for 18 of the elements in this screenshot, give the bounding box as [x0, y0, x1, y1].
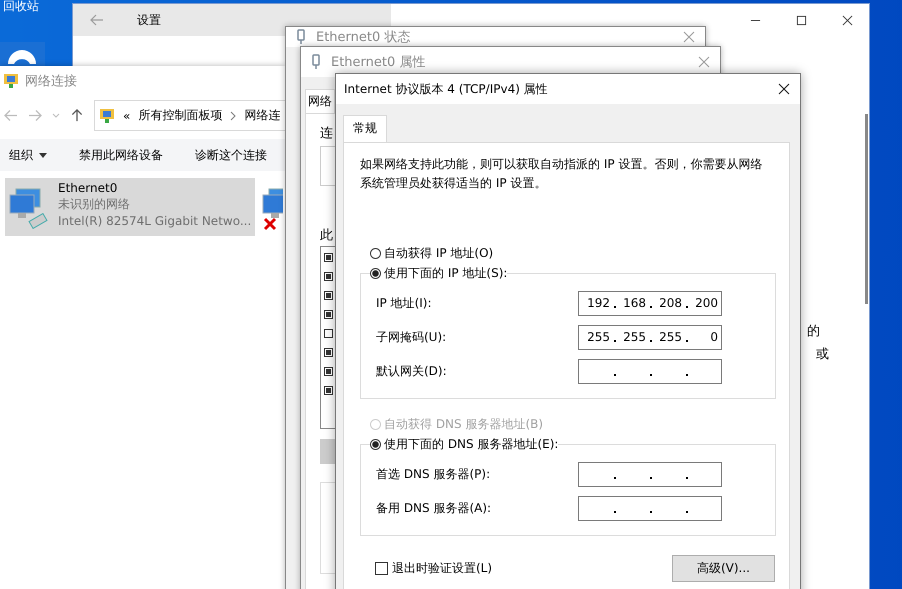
window-title: Ethernet0 属性: [331, 54, 426, 71]
adapter-name: Ethernet0: [58, 181, 118, 195]
adapter-status: 未识别的网络: [58, 196, 131, 213]
field-label: 默认网关(D):: [376, 362, 447, 380]
window-title: 网络连接: [25, 73, 77, 90]
field-label: 首选 DNS 服务器(P):: [376, 466, 490, 482]
window-title: Ethernet0 状态: [316, 29, 410, 46]
field-label: 备用 DNS 服务器(A):: [376, 500, 492, 516]
field-label: IP 地址(I):: [376, 294, 432, 312]
adapter-device: Intel(R) 82574L Gigabit Netwo...: [58, 214, 252, 228]
window-title: Internet 协议版本 4 (TCP/IPv4) 属性: [344, 80, 548, 98]
connect-label: 连: [320, 125, 333, 142]
field-label: 子网掩码(U):: [376, 328, 446, 346]
description-text: 如果网络支持此功能，则可以获取自动指派的 IP 设置。否则，你需要从网络系统管理员处获得适当的 IP 设置。: [360, 156, 764, 192]
components-label: 此: [320, 227, 333, 244]
settings-text: 或: [816, 346, 829, 363]
settings-text: 的: [807, 323, 820, 340]
window-title: 设置: [137, 12, 161, 28]
